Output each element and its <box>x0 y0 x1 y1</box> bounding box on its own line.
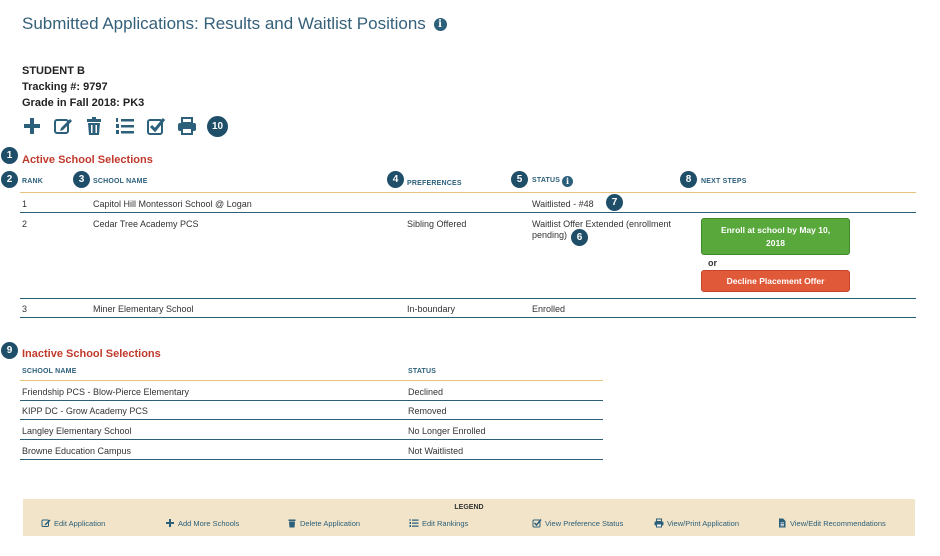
decline-placement-button[interactable]: Decline Placement Offer <box>701 270 850 292</box>
legend-bar: LEGEND Edit Application Add More Schools… <box>23 499 915 536</box>
row2-school: Cedar Tree Academy PCS <box>93 219 199 229</box>
row2-rank: 2 <box>22 219 28 229</box>
or-text: or <box>708 258 717 268</box>
callout-badge-8: 8 <box>680 171 697 188</box>
inactive-row1-status: Declined <box>408 387 444 397</box>
callout-badge-7: 7 <box>606 194 623 211</box>
row1-school: Capitol Hill Montessori School @ Logan <box>93 199 252 209</box>
legend-item-print: View/Print Application <box>654 518 739 528</box>
callout-badge-10: 10 <box>207 116 228 137</box>
action-toolbar <box>22 115 208 137</box>
legend-item-recommendations: View/Edit Recommendations <box>777 518 886 528</box>
row-divider <box>20 459 603 460</box>
inactive-col-header-status: STATUS <box>408 368 437 375</box>
row3-rank: 3 <box>22 304 28 314</box>
row-divider <box>20 400 603 401</box>
row1-status: Waitlisted - #48 <box>532 199 594 209</box>
row2-status-line2: pending) <box>532 230 568 240</box>
page-title: Submitted Applications: Results and Wait… <box>22 14 447 34</box>
col-header-preferences: PREFERENCES <box>407 180 462 187</box>
col-header-status: STATUS i <box>532 176 574 187</box>
row3-status: Enrolled <box>532 304 566 314</box>
list-numbered-icon[interactable] <box>115 116 135 136</box>
row-divider <box>20 419 603 420</box>
inactive-col-header-school: SCHOOL NAME <box>22 368 77 375</box>
inactive-row4-school: Browne Education Campus <box>22 446 132 456</box>
student-info: STUDENT B Tracking #: 9797 Grade in Fall… <box>22 63 144 111</box>
callout-badge-3: 3 <box>73 171 90 188</box>
printer-icon <box>654 518 664 528</box>
inactive-section-title: Inactive School Selections <box>22 348 161 360</box>
legend-item-edit: Edit Application <box>41 518 105 528</box>
callout-badge-4: 4 <box>387 171 404 188</box>
trash-icon <box>288 519 296 528</box>
grade-info: Grade in Fall 2018: PK3 <box>22 97 145 109</box>
checkbox-icon <box>532 519 542 528</box>
inactive-row2-school: KIPP DC - Grow Academy PCS <box>22 406 148 416</box>
checkbox-icon[interactable] <box>146 116 166 136</box>
tracking-number: Tracking #: 9797 <box>22 81 108 93</box>
list-numbered-icon <box>409 519 419 527</box>
row2-status-line1: Waitlist Offer Extended (enrollment <box>532 219 672 229</box>
callout-badge-1: 1 <box>1 147 18 164</box>
inactive-row3-status: No Longer Enrolled <box>408 426 486 436</box>
row1-rank: 1 <box>22 199 28 209</box>
legend-title: LEGEND <box>454 504 484 511</box>
inactive-row1-school: Friendship PCS - Blow-Pierce Elementary <box>22 387 190 397</box>
callout-badge-5: 5 <box>511 171 528 188</box>
trash-icon[interactable] <box>84 116 104 136</box>
row-divider <box>20 212 916 213</box>
legend-item-rankings: Edit Rankings <box>409 518 468 528</box>
row-divider <box>20 298 916 299</box>
legend-item-delete: Delete Application <box>287 518 360 528</box>
col-header-school: SCHOOL NAME <box>93 178 148 185</box>
row3-school: Miner Elementary School <box>93 304 194 314</box>
edit-icon[interactable] <box>53 116 73 136</box>
inactive-row3-school: Langley Elementary School <box>22 426 132 436</box>
col-header-next-steps: NEXT STEPS <box>701 178 747 185</box>
callout-badge-9: 9 <box>1 342 18 359</box>
enroll-button[interactable]: Enroll at school by May 10, 2018 <box>701 218 850 255</box>
info-icon[interactable]: i <box>433 18 447 31</box>
edit-icon <box>41 519 51 527</box>
row2-preference: Sibling Offered <box>407 219 467 229</box>
callout-badge-2: 2 <box>1 171 18 188</box>
inactive-header-rule <box>20 380 603 381</box>
printer-icon[interactable] <box>177 116 197 136</box>
callout-badge-6: 6 <box>571 229 588 246</box>
student-name: STUDENT B <box>22 65 85 77</box>
header-rule <box>20 192 916 193</box>
col-header-rank: RANK <box>22 178 44 185</box>
add-icon[interactable] <box>22 116 42 136</box>
status-info-icon[interactable]: i <box>562 176 574 187</box>
legend-item-preference: View Preference Status <box>532 518 623 528</box>
row-divider <box>20 439 603 440</box>
inactive-row2-status: Removed <box>408 406 447 416</box>
add-icon <box>166 519 174 527</box>
legend-item-add: Add More Schools <box>165 518 239 528</box>
inactive-row4-status: Not Waitlisted <box>408 446 464 456</box>
row-divider <box>20 317 916 318</box>
document-icon <box>779 518 786 528</box>
active-section-title: Active School Selections <box>22 154 153 166</box>
row3-preference: In-boundary <box>407 304 456 314</box>
